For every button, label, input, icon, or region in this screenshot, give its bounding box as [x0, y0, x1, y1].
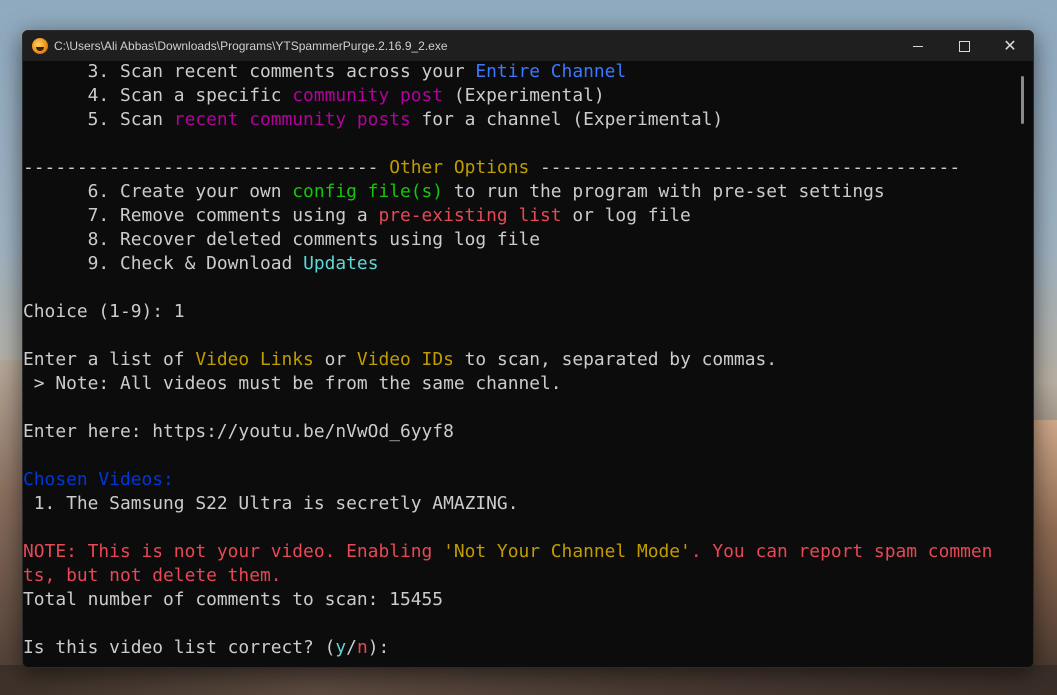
- menu-item-suffix: (Experimental): [443, 85, 605, 106]
- maximize-button[interactable]: [941, 31, 987, 61]
- warning-text: NOTE: This is not your video. Enabling: [23, 541, 444, 562]
- chosen-videos-label: Chosen Videos:: [23, 469, 174, 490]
- separator-right: ---------------------------------------: [529, 157, 961, 178]
- confirm-yes-option: y: [335, 637, 347, 658]
- minimize-button[interactable]: [895, 31, 941, 61]
- menu-item-7: 7. Remove comments using a pre-existing …: [23, 204, 1013, 228]
- menu-item-suffix: for a channel (Experimental): [410, 109, 724, 130]
- section-title: Other Options: [389, 157, 530, 178]
- menu-item-highlight: Updates: [303, 253, 379, 274]
- prompt-text: to scan, separated by commas.: [453, 349, 778, 370]
- menu-item-4: 4. Scan a specific community post (Exper…: [23, 84, 1013, 108]
- console-output[interactable]: 3. Scan recent comments across your Enti…: [23, 61, 1013, 667]
- scrollbar-thumb[interactable]: [1021, 76, 1024, 124]
- warning-note-line-2: ts, but not delete them.: [23, 565, 282, 586]
- confirm-no-option: n: [356, 637, 368, 658]
- menu-item-text: 3. Scan recent comments across your: [23, 61, 476, 82]
- maximize-icon: [958, 40, 970, 52]
- menu-item-highlight: recent community posts: [173, 109, 411, 130]
- title-bar[interactable]: C:\Users\Ali Abbas\Downloads\Programs\YT…: [23, 31, 1033, 61]
- section-separator: --------------------------------- Other …: [23, 156, 1013, 180]
- warning-note-line-1: NOTE: This is not your video. Enabling '…: [23, 540, 1013, 564]
- separator-left: ---------------------------------: [23, 157, 390, 178]
- confirm-text: ):: [367, 637, 390, 658]
- vertical-scrollbar[interactable]: [1013, 61, 1033, 667]
- confirm-text: Is this video list correct? (: [23, 637, 336, 658]
- warning-mode-highlight: 'Not Your Channel Mode': [443, 541, 691, 562]
- window-controls: ✕: [895, 31, 1033, 61]
- choice-prompt: Choice (1-9): 1: [23, 301, 185, 322]
- window-title: C:\Users\Ali Abbas\Downloads\Programs\YT…: [54, 39, 448, 53]
- menu-item-suffix: to run the program with pre-set settings: [443, 181, 885, 202]
- minimize-icon: [913, 45, 923, 47]
- total-comments: Total number of comments to scan: 15455: [23, 589, 444, 610]
- menu-item-highlight: community post: [292, 85, 444, 106]
- menu-item-highlight: Entire Channel: [475, 61, 627, 82]
- menu-item-6: 6. Create your own config file(s) to run…: [23, 180, 1013, 204]
- menu-item-text: 6. Create your own: [23, 181, 293, 202]
- menu-item-9: 9. Check & Download Updates: [23, 252, 1013, 276]
- menu-item-3: 3. Scan recent comments across your Enti…: [23, 61, 1013, 84]
- menu-item-text: 4. Scan a specific: [23, 85, 293, 106]
- close-button[interactable]: ✕: [987, 31, 1033, 61]
- confirm-text: /: [346, 637, 357, 658]
- confirm-prompt: Is this video list correct? (y/n):: [23, 636, 1013, 660]
- menu-item-text: 9. Check & Download: [23, 253, 304, 274]
- menu-item-8: 8. Recover deleted comments using log fi…: [23, 228, 1013, 252]
- warning-text: . You can report spam commen: [690, 541, 993, 562]
- menu-item-highlight: config file(s): [292, 181, 444, 202]
- menu-item-text: 5. Scan: [23, 109, 174, 130]
- chosen-video-item: 1. The Samsung S22 Ultra is secretly AMA…: [23, 493, 519, 514]
- note-same-channel: > Note: All videos must be from the same…: [23, 373, 562, 394]
- app-icon: [32, 38, 48, 54]
- close-icon: ✕: [1003, 36, 1017, 55]
- desktop-wallpaper-bottom: [0, 665, 1057, 695]
- prompt-highlight-video-ids: Video IDs: [356, 349, 454, 370]
- menu-item-suffix: or log file: [561, 205, 691, 226]
- console-window: C:\Users\Ali Abbas\Downloads\Programs\YT…: [22, 30, 1034, 668]
- enter-here-input: Enter here: https://youtu.be/nVwOd_6yyf8: [23, 421, 454, 442]
- menu-item-text: 8. Recover deleted comments using log fi…: [23, 229, 541, 250]
- menu-item-text: 7. Remove comments using a: [23, 205, 379, 226]
- prompt-text: Enter a list of: [23, 349, 196, 370]
- menu-item-highlight: pre-existing list: [378, 205, 562, 226]
- prompt-highlight-video-links: Video Links: [195, 349, 314, 370]
- enter-list-prompt: Enter a list of Video Links or Video IDs…: [23, 348, 1013, 372]
- prompt-text: or: [313, 349, 357, 370]
- menu-item-5: 5. Scan recent community posts for a cha…: [23, 108, 1013, 132]
